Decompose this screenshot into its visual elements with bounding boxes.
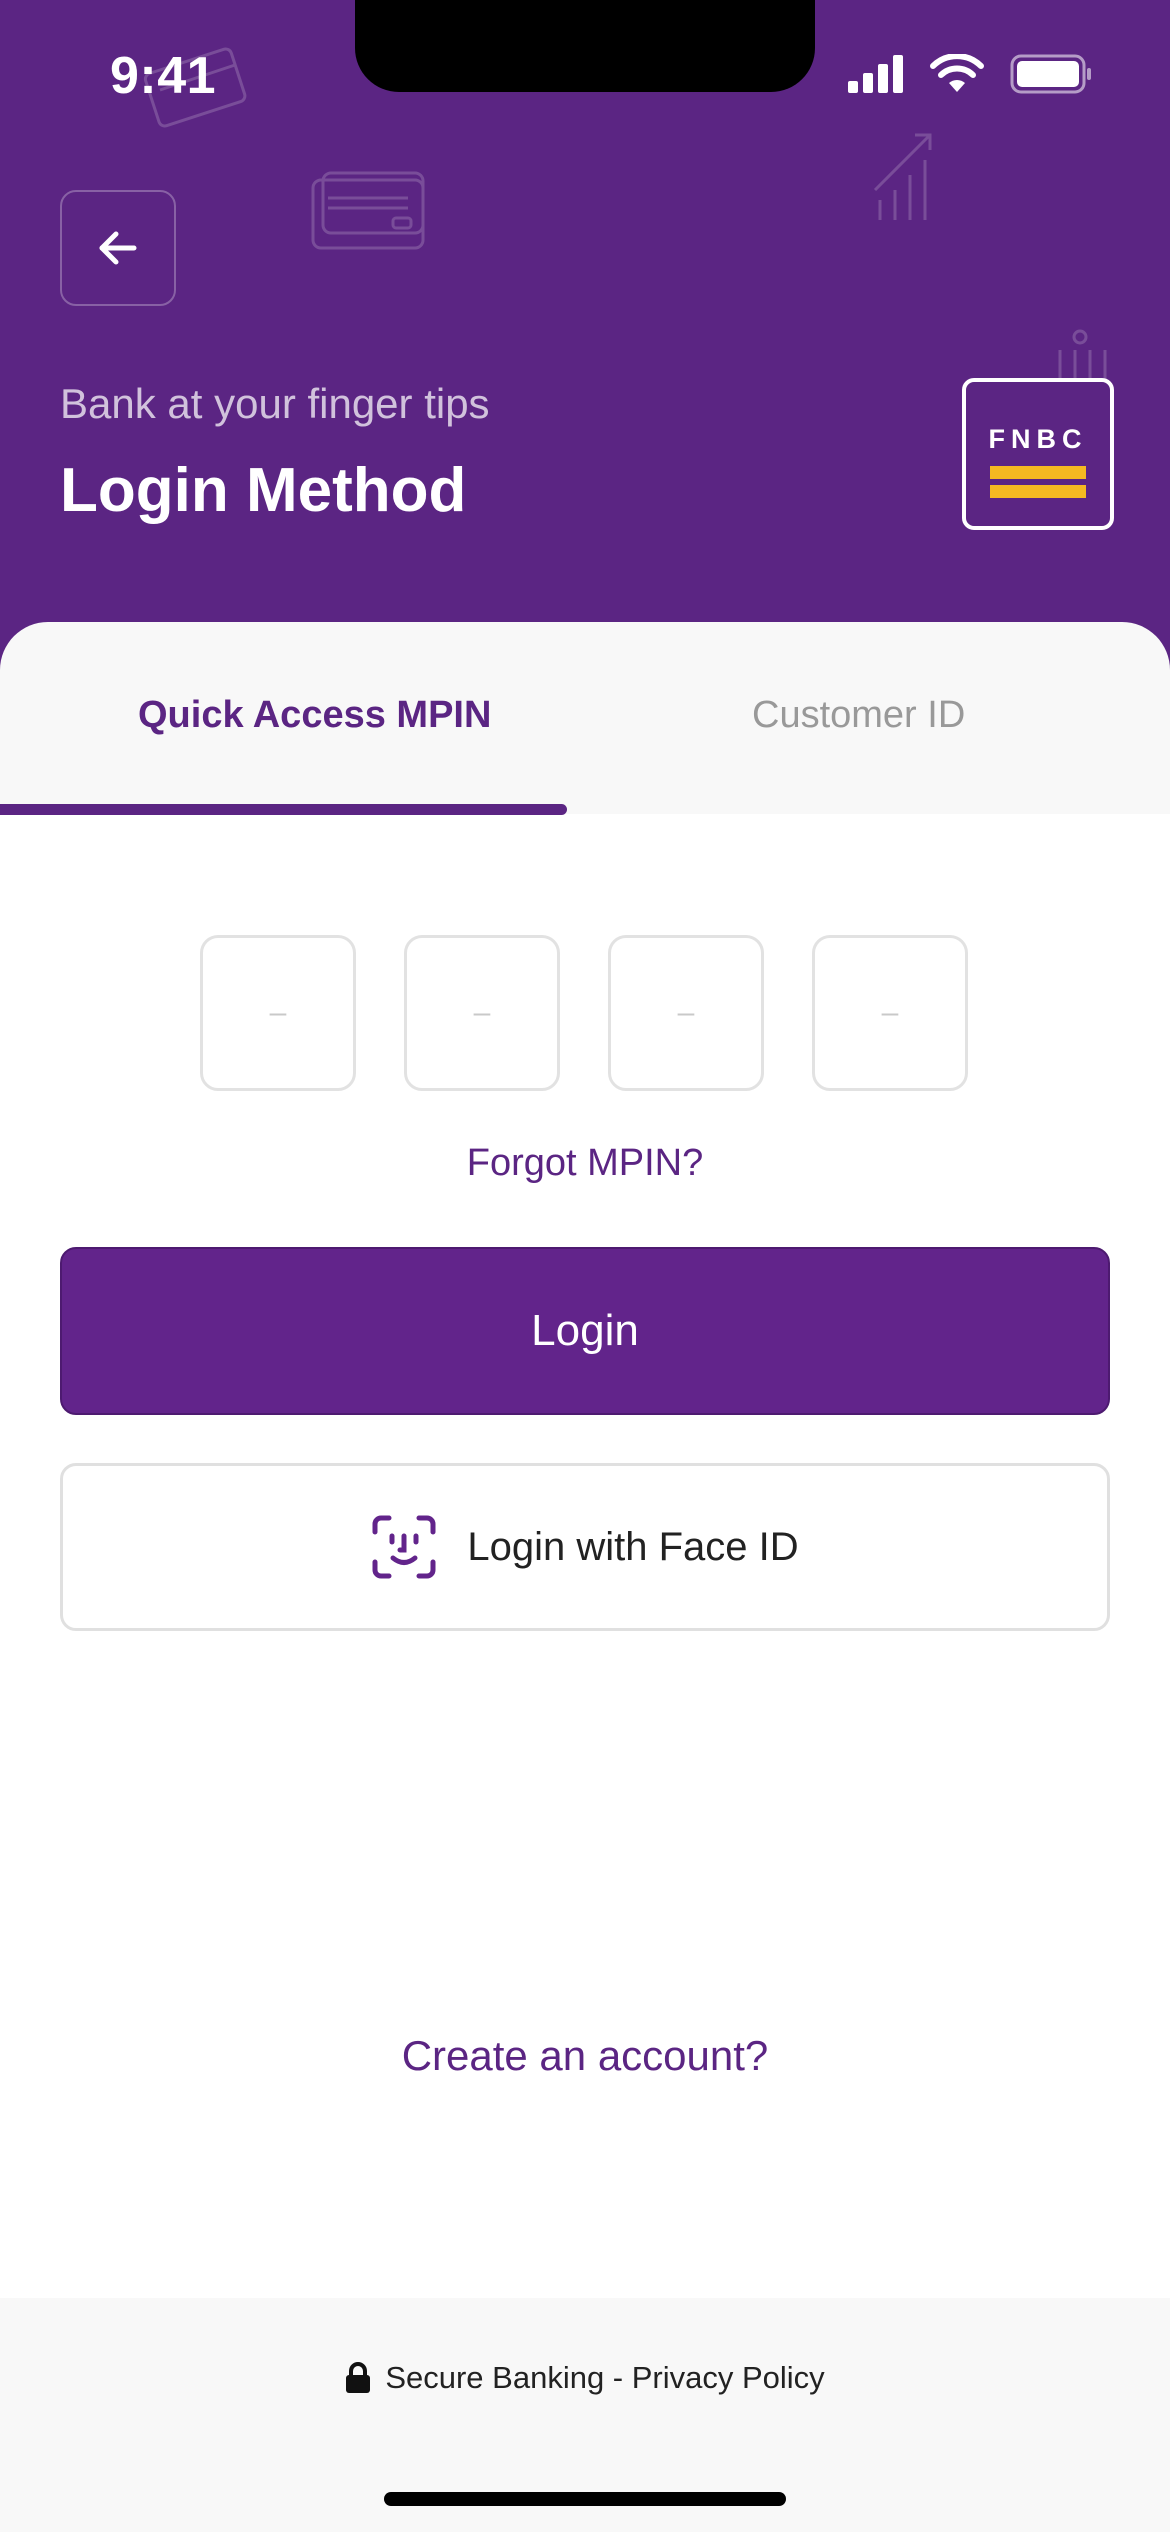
growth-chart-decoration-icon — [873, 133, 932, 220]
lock-icon — [346, 2362, 371, 2393]
credit-card-decoration-icon — [311, 171, 425, 250]
active-tab-indicator — [0, 804, 567, 815]
signal-icon — [848, 55, 903, 93]
device-notch — [355, 0, 815, 92]
tab-quick-access-mpin[interactable]: Quick Access MPIN — [138, 694, 491, 737]
mpin-digit-4[interactable]: – — [812, 935, 968, 1091]
header: 9:41 Bank at your finger tips Login Meth… — [0, 0, 1170, 700]
back-button[interactable] — [60, 190, 176, 306]
back-arrow-icon — [99, 231, 137, 265]
forgot-mpin-link[interactable]: Forgot MPIN? — [0, 1142, 1170, 1185]
page-title: Login Method — [60, 456, 467, 525]
login-button[interactable]: Login — [60, 1247, 1110, 1415]
face-id-button-label: Login with Face ID — [467, 1524, 799, 1569]
login-method-tabs: Quick Access MPIN Customer ID — [0, 622, 1170, 815]
tagline: Bank at your finger tips — [60, 380, 490, 427]
status-icons — [848, 54, 1092, 94]
status-time: 9:41 — [110, 47, 217, 105]
battery-icon — [1010, 54, 1091, 94]
tab-customer-id[interactable]: Customer ID — [752, 694, 965, 737]
login-button-label: Login — [531, 1306, 639, 1355]
mpin-digit-2[interactable]: – — [404, 935, 560, 1091]
create-account-link[interactable]: Create an account? — [0, 2032, 1170, 2080]
face-id-icon — [372, 1515, 436, 1579]
logo-bar — [990, 485, 1086, 498]
bank-logo: FNBC — [962, 378, 1114, 530]
secure-banking-privacy-link[interactable]: Secure Banking - Privacy Policy — [385, 2360, 824, 2396]
home-indicator — [384, 2492, 786, 2506]
mpin-digit-1[interactable]: – — [200, 935, 356, 1091]
mpin-digit-3[interactable]: – — [608, 935, 764, 1091]
face-id-login-button[interactable]: Login with Face ID — [60, 1463, 1110, 1631]
logo-bar — [990, 466, 1086, 479]
wifi-icon — [930, 54, 984, 92]
footer-row: Secure Banking - Privacy Policy — [0, 2360, 1170, 2396]
logo-text: FNBC — [988, 424, 1088, 454]
mpin-input-group: – – – – — [200, 935, 968, 1091]
